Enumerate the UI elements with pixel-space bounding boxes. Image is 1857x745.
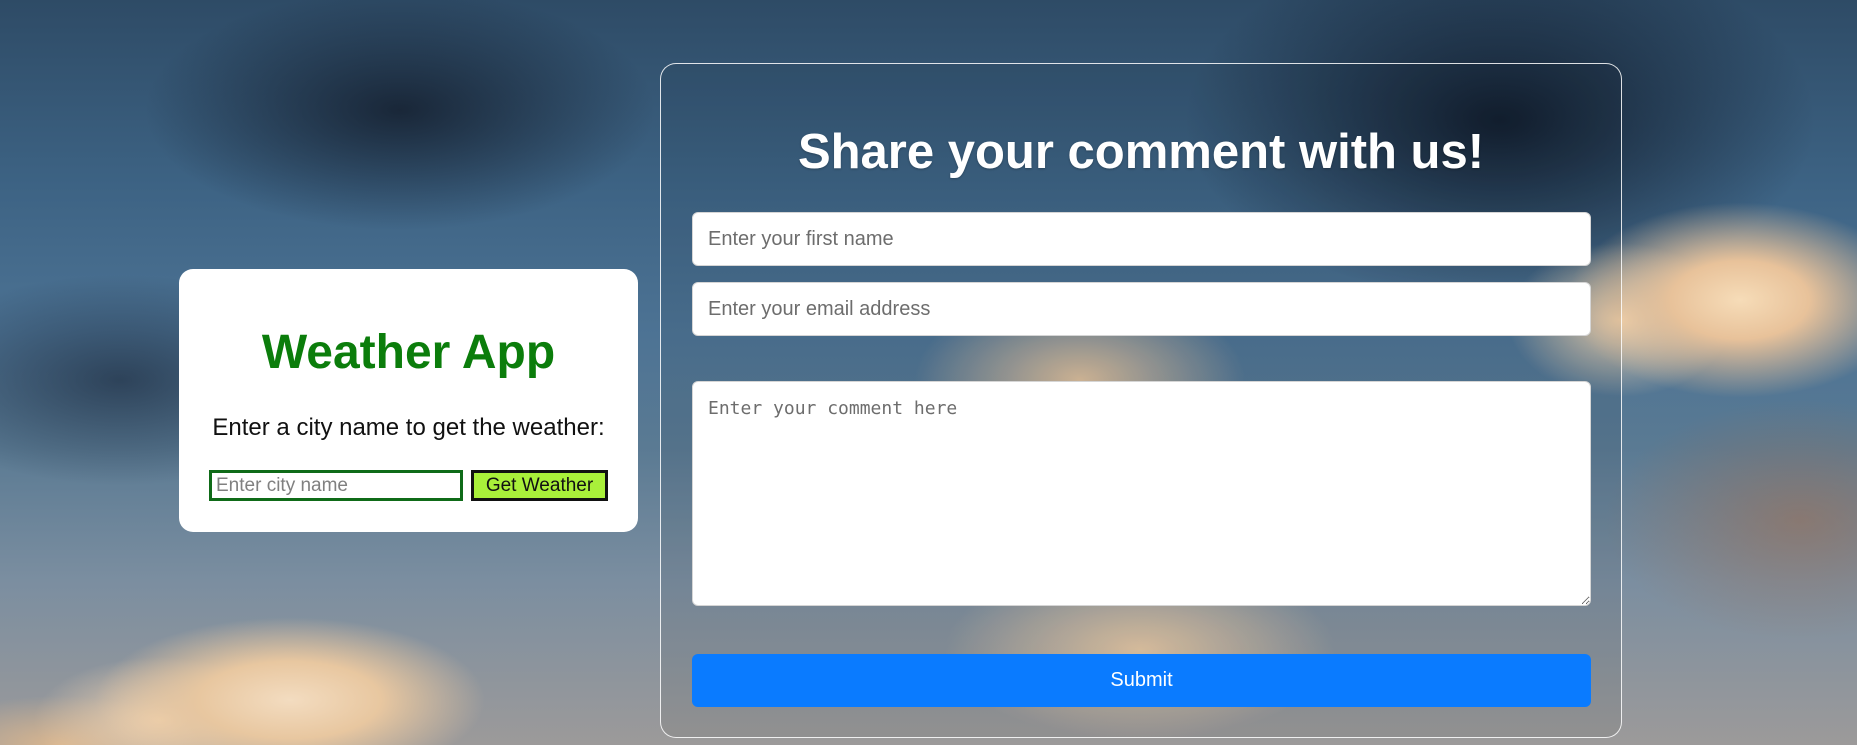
- comment-textarea[interactable]: [692, 381, 1591, 606]
- weather-card: Weather App Enter a city name to get the…: [179, 269, 638, 532]
- get-weather-button[interactable]: Get Weather: [471, 470, 608, 501]
- email-field[interactable]: [692, 282, 1591, 336]
- comment-form-panel: Share your comment with us! Submit: [660, 63, 1622, 738]
- comment-form-title: Share your comment with us!: [797, 125, 1485, 179]
- weather-prompt-text: Enter a city name to get the weather:: [212, 414, 605, 441]
- submit-button[interactable]: Submit: [692, 654, 1591, 707]
- page-background: { "weather": { "title": "Weather App", "…: [0, 0, 1857, 745]
- first-name-field[interactable]: [692, 212, 1591, 266]
- city-input[interactable]: [209, 470, 463, 501]
- weather-app-title: Weather App: [261, 326, 556, 379]
